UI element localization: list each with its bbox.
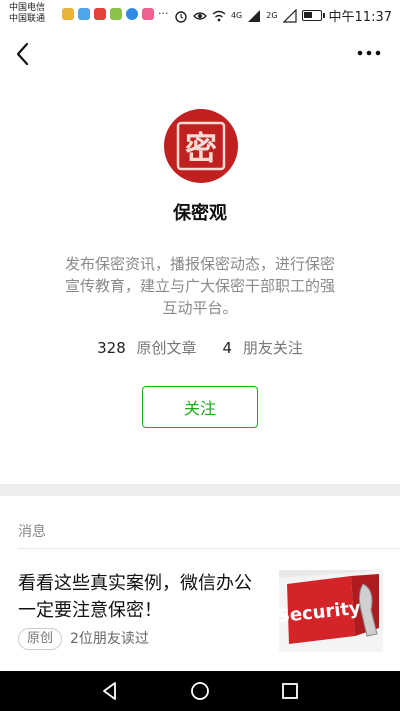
more-notifications-icon: ··· (158, 7, 169, 20)
top-navigation-bar (0, 28, 400, 78)
app-notification-icon (126, 7, 138, 20)
battery-icon (301, 10, 325, 21)
account-stats: 328 原创文章 4 朋友关注 (0, 337, 400, 358)
eye-icon (193, 11, 207, 20)
friends-stat[interactable]: 4 朋友关注 (223, 337, 303, 358)
app-notification-icon (94, 7, 106, 20)
app-notification-icon (142, 7, 154, 20)
more-dots-icon[interactable] (356, 42, 382, 64)
divider (18, 548, 400, 549)
carrier-name-2: 中国联通 (9, 14, 46, 24)
signal-icon (248, 9, 261, 22)
account-name: 保密观 (173, 203, 227, 224)
app-notification-icon (78, 7, 90, 20)
carrier-info: 中国电信 中国联通 (9, 3, 45, 25)
home-circle-icon[interactable] (190, 681, 210, 701)
articles-count: 328 (97, 339, 126, 357)
avatar-seal-glyph: 密 (185, 129, 217, 167)
friends-read-count: 2位朋友读过 (70, 631, 149, 647)
account-description: 发布保密资讯，播报保密动态，进行保密宣传教育，建立与广大保密干部职工的强互动平台… (64, 255, 335, 317)
wifi-icon (212, 10, 226, 21)
alarm-icon (175, 10, 187, 23)
system-navigation-bar (0, 671, 400, 711)
recent-apps-square-icon[interactable] (280, 681, 300, 701)
notification-icons: ··· (62, 7, 169, 20)
chevron-left-icon[interactable] (10, 40, 38, 68)
article-list-item[interactable]: 看看这些真实案例，微信办公一定要注意保密！ 原创 2位朋友读过 Security (0, 556, 400, 668)
article-title: 看看这些真实案例，微信办公一定要注意保密！ (18, 573, 252, 621)
signal-icon (282, 8, 297, 23)
articles-stat[interactable]: 328 原创文章 (97, 337, 196, 358)
friends-label: 朋友关注 (242, 339, 303, 357)
app-notification-icon (110, 7, 122, 20)
articles-label: 原创文章 (136, 339, 197, 357)
section-separator (0, 484, 400, 496)
system-indicators: 4G 2G 中午11:37 (174, 6, 392, 25)
follow-button[interactable]: 关注 (142, 386, 258, 428)
original-badge: 原创 (18, 628, 63, 650)
network-type-2: 2G (266, 10, 278, 20)
network-type-1: 4G (230, 10, 243, 20)
article-thumbnail: Security (279, 570, 383, 652)
app-notification-icon (62, 7, 74, 20)
account-avatar: 密 (164, 109, 238, 183)
clock: 中午11:37 (328, 10, 392, 25)
messages-section-label: 消息 (18, 524, 46, 540)
carrier-name-1: 中国电信 (9, 3, 46, 13)
battery-level (303, 12, 312, 18)
back-triangle-icon[interactable] (100, 681, 120, 701)
status-bar: 中国电信 中国联通 ··· 4G 2G 中午11:37 (0, 0, 400, 28)
friends-count: 4 (222, 339, 233, 357)
